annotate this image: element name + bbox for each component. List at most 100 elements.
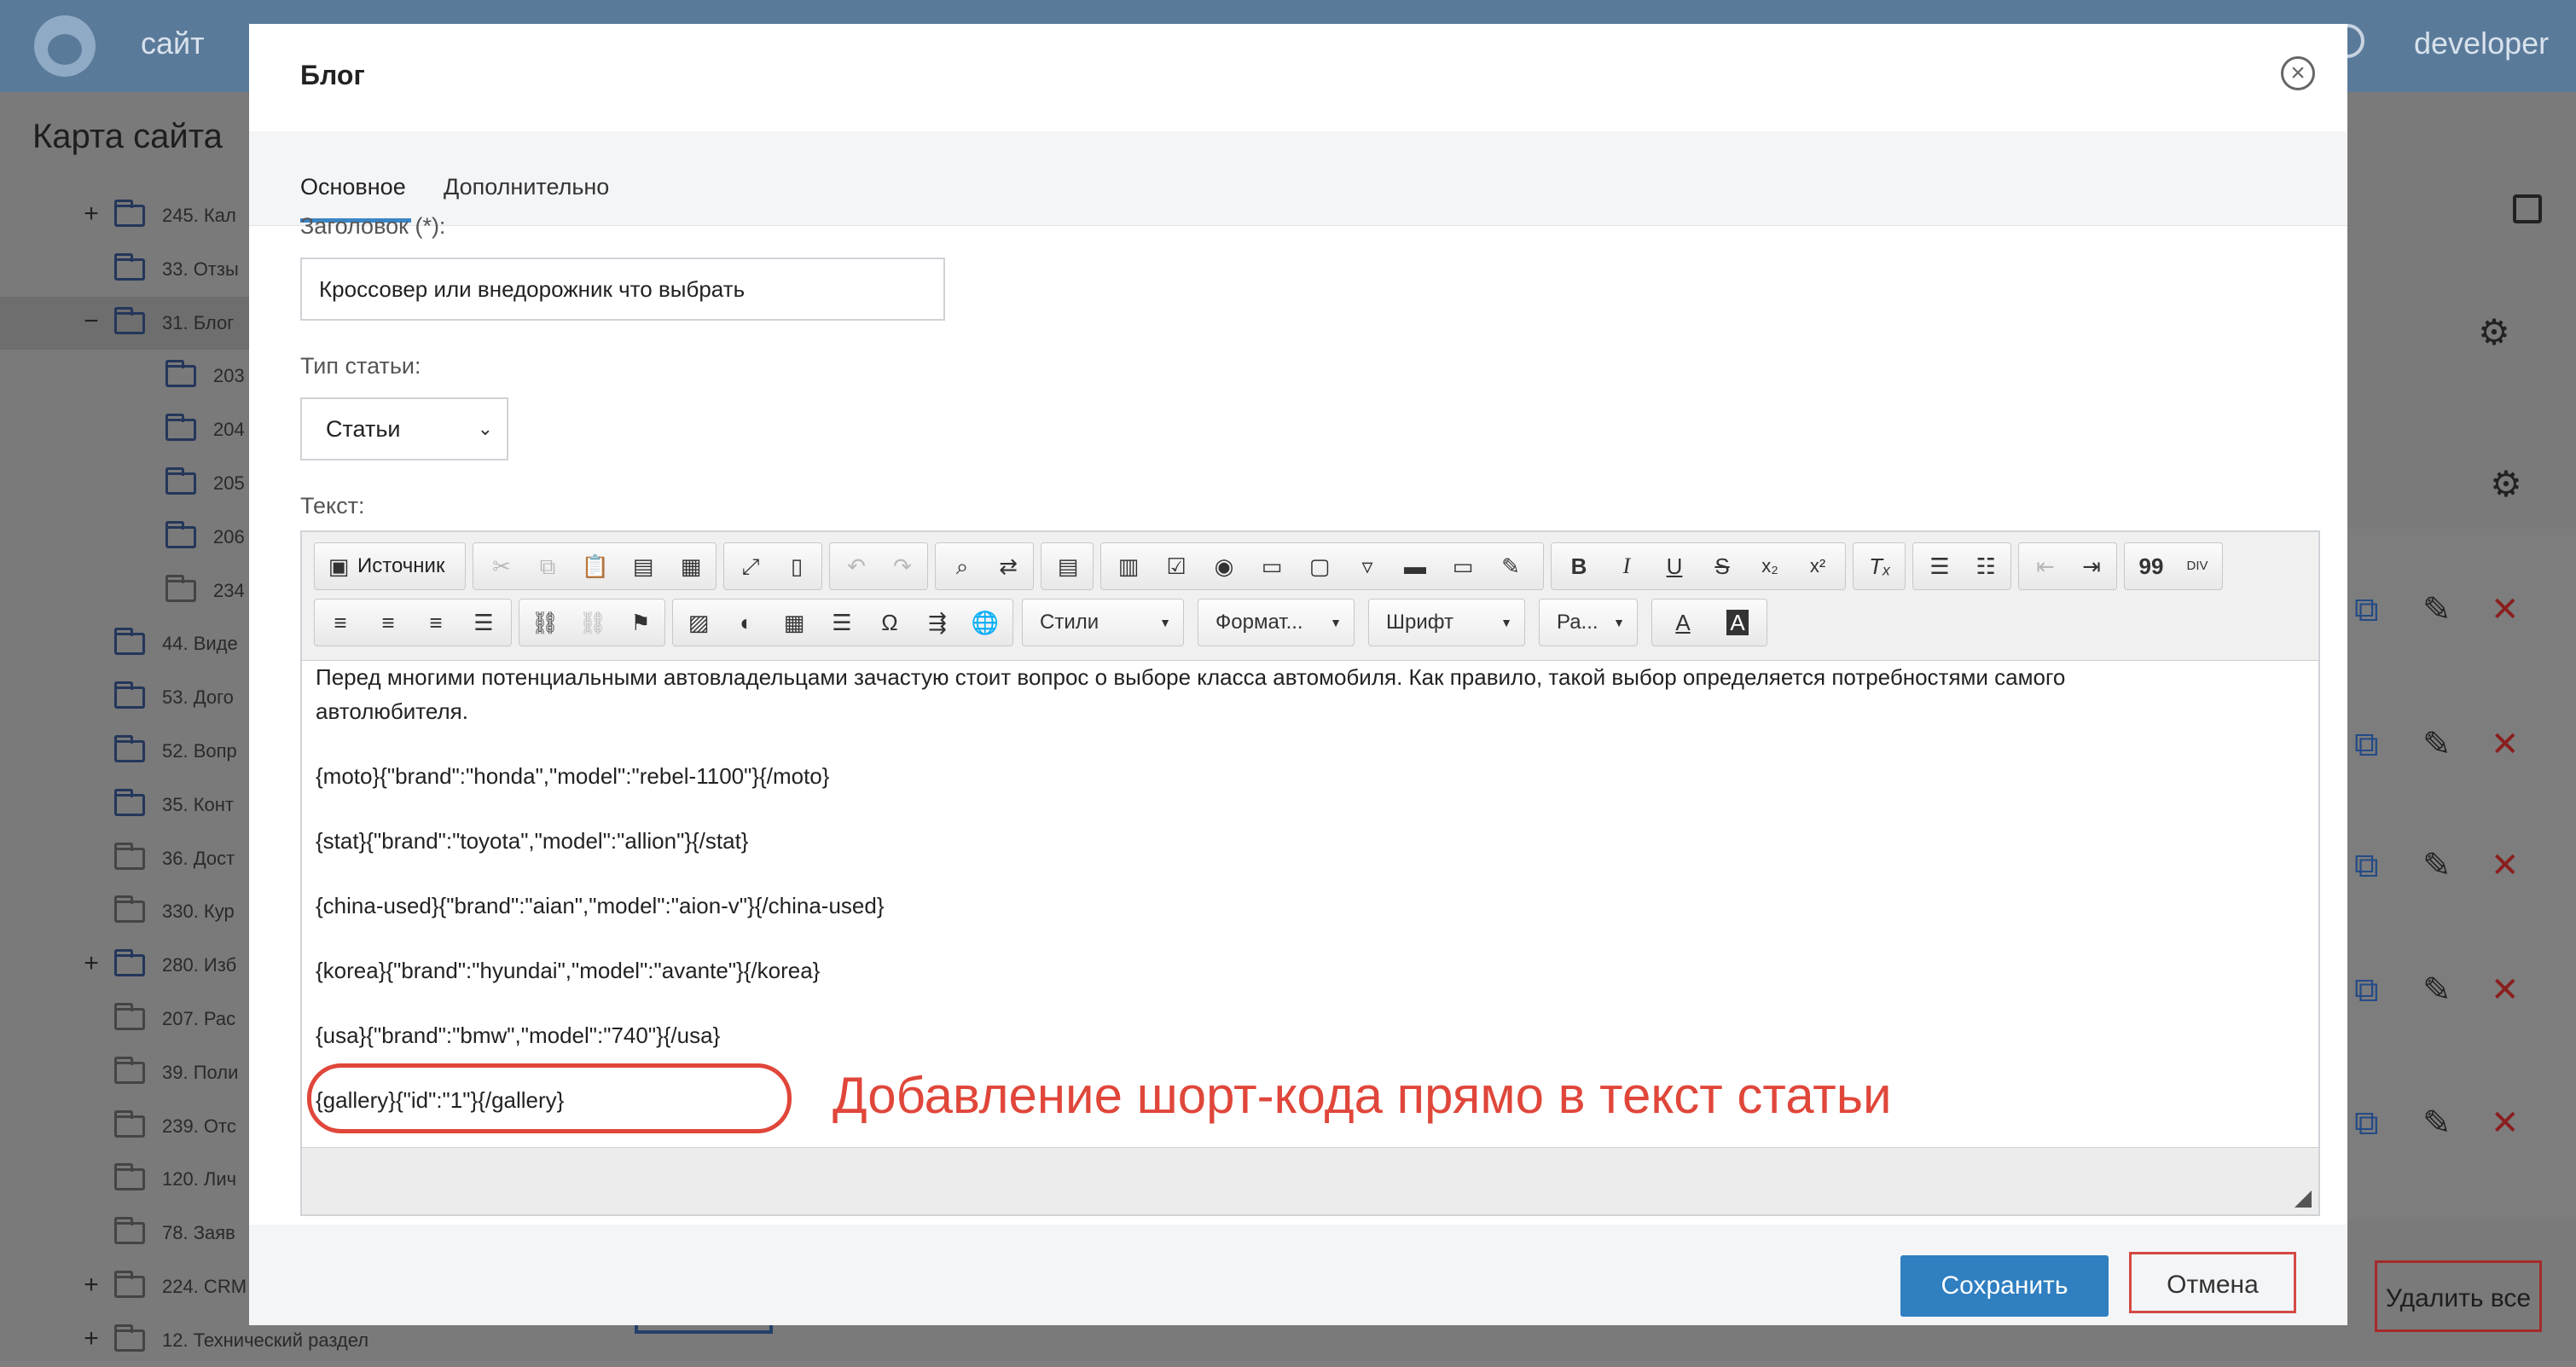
bg-color-button[interactable]: A (1710, 600, 1765, 646)
select-icon[interactable]: ▿ (1343, 543, 1391, 589)
usa-shortcode: {usa}{"brand":"bmw","model":"740"}{/usa} (316, 1022, 721, 1048)
paste-icon[interactable]: 📋 (572, 543, 618, 589)
bold-button[interactable]: B (1555, 543, 1603, 589)
link-icon[interactable]: ⛓ (521, 600, 569, 646)
site-link[interactable]: сайт (141, 26, 205, 61)
resize-handle-icon[interactable] (2295, 1190, 2312, 1208)
expand-icon[interactable]: + (78, 949, 104, 978)
row-actions: ⧉ ✎ ✕ (2354, 844, 2525, 887)
select-all-group: ▤ (1041, 542, 1094, 590)
show-blocks-icon[interactable]: ▯ (774, 543, 820, 589)
subscript-button[interactable]: x₂ (1746, 543, 1794, 589)
save-button[interactable]: Сохранить (1900, 1255, 2109, 1317)
delete-icon[interactable]: ✕ (2491, 1102, 2520, 1144)
replace-icon[interactable]: ⇄ (985, 543, 1031, 589)
collapse-icon[interactable]: − (78, 307, 104, 336)
tree-item-label: 207. Рас (162, 1008, 236, 1029)
remove-format-icon[interactable]: Tₓ (1857, 543, 1903, 589)
superscript-button[interactable]: x² (1794, 543, 1842, 589)
pencil-icon[interactable]: ✎ (2422, 723, 2451, 766)
format-dropdown[interactable]: Формат... ▼ (1198, 599, 1355, 646)
cut-icon[interactable]: ✂ (479, 543, 525, 589)
align-left-icon[interactable]: ≡ (316, 600, 364, 646)
tab-main[interactable]: Основное (300, 174, 406, 200)
calculator-icon[interactable] (2513, 194, 2542, 223)
expand-icon[interactable]: + (78, 1324, 104, 1353)
text-color-button[interactable]: A (1656, 600, 1710, 646)
horizontal-rule-icon[interactable]: ☰ (818, 600, 866, 646)
folder-icon (165, 520, 196, 548)
form-icon[interactable]: ▥ (1105, 543, 1152, 589)
copy-icon[interactable]: ⧉ (2354, 588, 2379, 631)
flash-icon[interactable]: ◐ (722, 600, 770, 646)
paste-word-icon[interactable]: ▦ (668, 543, 714, 589)
delete-icon[interactable]: ✕ (2491, 844, 2520, 887)
copy-icon[interactable]: ⧉ (2354, 969, 2379, 1011)
delete-icon[interactable]: ✕ (2491, 723, 2520, 766)
bulleted-list-icon[interactable]: ☷ (1963, 543, 2009, 589)
unlink-icon[interactable]: ⛓ (569, 600, 617, 646)
gear-icon[interactable]: ⚙ (2489, 466, 2523, 502)
text-field-icon[interactable]: ▭ (1248, 543, 1296, 589)
tab-additional[interactable]: Дополнительно (444, 174, 609, 200)
copy-icon[interactable]: ⧉ (2354, 844, 2379, 887)
blockquote-button[interactable]: 99 (2128, 543, 2174, 589)
image-button-icon[interactable]: ▭ (1439, 543, 1487, 589)
numbered-list-icon[interactable]: ☰ (1917, 543, 1963, 589)
outdent-icon[interactable]: ⇤ (2022, 543, 2068, 589)
expand-icon[interactable]: + (78, 1271, 104, 1300)
button-icon[interactable]: ▬ (1391, 543, 1439, 589)
align-center-icon[interactable]: ≡ (364, 600, 412, 646)
textarea-icon[interactable]: ▢ (1296, 543, 1343, 589)
align-right-icon[interactable]: ≡ (412, 600, 460, 646)
pencil-icon[interactable]: ✎ (2422, 844, 2451, 887)
size-dropdown[interactable]: Ра... ▼ (1539, 599, 1638, 646)
copy-icon[interactable]: ⧉ (2354, 1102, 2379, 1144)
gear-icon[interactable]: ⚙ (2477, 315, 2511, 350)
div-button[interactable]: DIV (2174, 543, 2220, 589)
special-char-button[interactable]: Ω (866, 600, 914, 646)
page-break-icon[interactable]: ⇶ (914, 600, 961, 646)
pencil-icon[interactable]: ✎ (2422, 588, 2451, 631)
search-icon[interactable]: ⌕ (939, 543, 985, 589)
delete-icon[interactable]: ✕ (2491, 588, 2520, 631)
cat-logo-icon[interactable] (34, 15, 96, 77)
copy-icon[interactable]: ⧉ (525, 543, 571, 589)
hidden-field-icon[interactable]: ✎ (1487, 543, 1535, 589)
delete-all-button[interactable]: Удалить все (2375, 1260, 2542, 1332)
iframe-globe-icon[interactable]: 🌐 (961, 600, 1009, 646)
anchor-flag-icon[interactable]: ⚑ (617, 600, 664, 646)
tree-item-label: 33. Отзы (162, 258, 239, 280)
tree-item-label: 53. Дого (162, 686, 234, 709)
image-icon[interactable]: ▨ (675, 600, 722, 646)
indent-icon[interactable]: ⇥ (2068, 543, 2115, 589)
styles-dropdown[interactable]: Стили ▼ (1022, 599, 1184, 646)
maximize-icon[interactable]: ⤢ (728, 543, 774, 589)
modal-title: Блог (300, 60, 365, 90)
font-dropdown[interactable]: Шрифт ▼ (1368, 599, 1525, 646)
pencil-icon[interactable]: ✎ (2422, 969, 2451, 1011)
checkbox-icon[interactable]: ☑ (1152, 543, 1200, 589)
table-icon[interactable]: ▦ (770, 600, 818, 646)
folder-icon (114, 1003, 145, 1030)
strikethrough-button[interactable]: S (1698, 543, 1746, 589)
source-button[interactable]: Источник (357, 543, 444, 589)
delete-icon[interactable]: ✕ (2491, 969, 2520, 1011)
underline-button[interactable]: U (1651, 543, 1698, 589)
expand-icon[interactable]: + (78, 200, 104, 229)
italic-button[interactable]: I (1603, 543, 1651, 589)
radio-icon[interactable]: ◉ (1200, 543, 1248, 589)
article-type-select[interactable]: Статьи ⌄ (300, 397, 508, 460)
align-justify-icon[interactable]: ☰ (460, 600, 508, 646)
pencil-icon[interactable]: ✎ (2422, 1102, 2451, 1144)
cancel-button[interactable]: Отмена (2129, 1252, 2296, 1313)
close-icon[interactable]: × (2281, 56, 2315, 90)
annotation-text: Добавление шорт-кода прямо в текст стать… (833, 1067, 1892, 1124)
redo-icon[interactable]: ↷ (879, 543, 925, 589)
undo-icon[interactable]: ↶ (833, 543, 879, 589)
select-all-icon[interactable]: ▤ (1045, 543, 1091, 589)
user-name[interactable]: developer (2414, 26, 2549, 61)
copy-icon[interactable]: ⧉ (2354, 723, 2379, 766)
paste-text-icon[interactable]: ▤ (620, 543, 666, 589)
title-input[interactable]: Кроссовер или внедорожник что выбрать (300, 258, 945, 321)
